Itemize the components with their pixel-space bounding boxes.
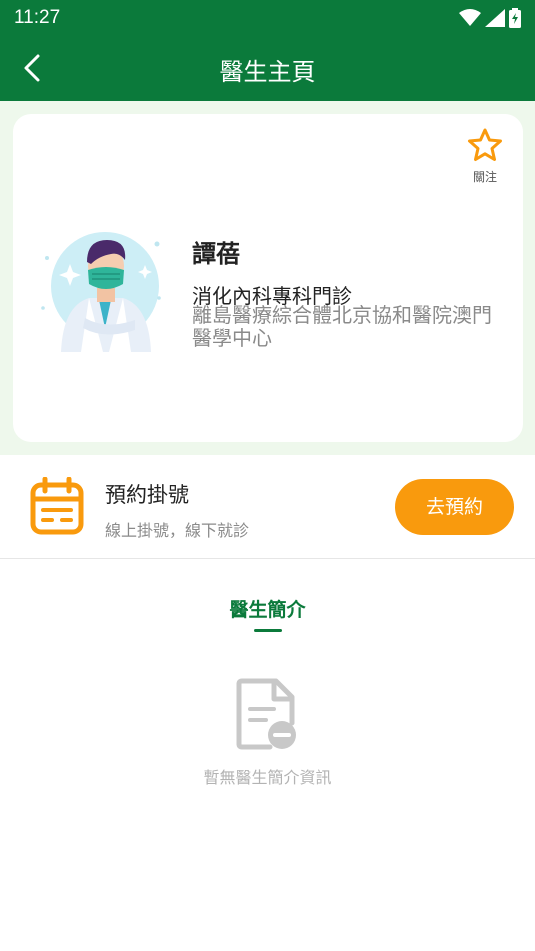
app-bar: 醫生主頁 <box>0 36 535 101</box>
appointment-section: 預約掛號 線上掛號，線下就診 去預約 <box>0 455 535 559</box>
doctor-name: 譚蓓 <box>192 240 240 268</box>
status-bar: 11:27 <box>0 0 535 36</box>
appointment-subtitle: 線上掛號，線下就診 <box>105 521 250 540</box>
doctor-hospital: 離島醫療綜合體北京協和醫院澳門醫學中心 <box>192 303 492 350</box>
page-title: 醫生主頁 <box>219 58 316 86</box>
battery-icon <box>509 8 521 28</box>
book-appointment-button[interactable]: 去預約 <box>395 479 514 535</box>
calendar-icon <box>30 477 84 535</box>
doctor-avatar <box>41 232 161 352</box>
follow-label: 關注 <box>472 170 497 184</box>
wifi-icon <box>459 9 481 26</box>
status-icons <box>459 8 521 28</box>
star-icon <box>468 128 502 161</box>
tab-indicator <box>254 629 282 632</box>
follow-button[interactable]: 關注 <box>465 128 505 185</box>
status-time: 11:27 <box>14 7 61 28</box>
empty-document-icon <box>236 678 296 750</box>
tab-doctor-intro[interactable]: 醫生簡介 <box>0 595 535 622</box>
empty-intro-message: 暫無醫生簡介資訊 <box>203 768 332 787</box>
signal-icon <box>485 9 505 27</box>
doctor-hero: 關注 譚蓓 消化內科專科門診 離島醫療綜合體北京協和醫院澳門醫學中心 <box>0 101 535 455</box>
doctor-card: 關注 譚蓓 消化內科專科門診 離島醫療綜合體北京協和醫院澳門醫學中心 <box>13 114 523 442</box>
appointment-title: 預約掛號 <box>105 483 189 507</box>
